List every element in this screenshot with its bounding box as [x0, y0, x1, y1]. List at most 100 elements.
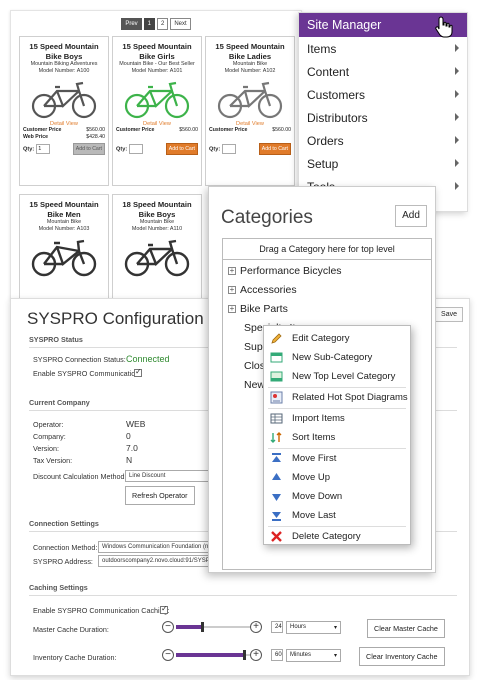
chevron-right-icon: [455, 159, 459, 167]
product-card[interactable]: 15 Speed Mountain Bike Girls Mountain Bi…: [112, 36, 202, 186]
menu-item-label: Content: [307, 65, 350, 79]
connection-method-select[interactable]: Windows Communication Foundation (ne: [98, 541, 212, 553]
add-category-button[interactable]: Add: [395, 205, 427, 227]
product-name[interactable]: 18 Speed Mountain Bike Boys: [113, 200, 201, 219]
menu-item-orders[interactable]: Orders: [299, 129, 467, 152]
tax-version-value: N: [126, 455, 133, 465]
menu-item-label: Orders: [307, 134, 344, 148]
tree-node-accessories[interactable]: + Accessories: [228, 284, 297, 296]
operator-value: WEB: [126, 419, 146, 429]
inventory-cache-value-input[interactable]: 60: [271, 649, 283, 661]
menu-item-setup[interactable]: Setup: [299, 152, 467, 175]
category-context-menu: Edit Category New Sub-Category New Top L…: [263, 325, 411, 545]
inventory-cache-unit-select[interactable]: Minutes ▾: [286, 649, 341, 662]
product-card[interactable]: 18 Speed Mountain Bike Boys Mountain Bik…: [112, 194, 202, 299]
product-card[interactable]: 15 Speed Mountain Bike Ladies Mountain B…: [205, 36, 295, 186]
menu-related-hot-spot-diagrams[interactable]: Related Hot Spot Diagrams: [269, 389, 408, 405]
menu-item-content[interactable]: Content: [299, 60, 467, 83]
menu-item-label: Items: [307, 42, 337, 56]
menu-move-first[interactable]: Move First: [269, 450, 336, 466]
product-brand: Mountain Biking Adventures: [30, 61, 98, 67]
customer-price: $560.00: [272, 127, 291, 133]
refresh-operator-button[interactable]: Refresh Operator: [125, 486, 195, 505]
menu-new-sub-category[interactable]: New Sub-Category: [269, 349, 372, 365]
menu-item-label: Setup: [307, 157, 339, 171]
qty-input[interactable]: [129, 144, 144, 154]
product-name[interactable]: 15 Speed Mountain Bike Girls: [113, 42, 201, 61]
qty-input[interactable]: [222, 144, 237, 154]
menu-import-items[interactable]: Import Items: [269, 410, 345, 426]
delete-x-icon: [269, 529, 283, 543]
pager-page-2[interactable]: 2: [157, 18, 169, 30]
add-to-cart-button[interactable]: Add to Cart: [72, 143, 105, 155]
operator-label: Operator:: [33, 420, 64, 429]
inventory-cache-slider[interactable]: − +: [162, 649, 264, 661]
bike-image[interactable]: [122, 237, 192, 277]
menu-item-items[interactable]: Items: [299, 37, 467, 60]
bike-image[interactable]: [215, 79, 285, 119]
screenshot-collage: Prev 1 2 Next 15 Speed Mountain Bike Boy…: [0, 0, 480, 680]
syspro-address-input[interactable]: outdoorscompany2.novo.cloud:91/SYSPR: [98, 555, 212, 567]
product-name[interactable]: 15 Speed Mountain Bike Men: [20, 200, 108, 219]
site-manager-header[interactable]: Site Manager: [299, 13, 467, 38]
menu-item-customers[interactable]: Customers: [299, 83, 467, 106]
expand-icon[interactable]: +: [228, 286, 236, 294]
tree-node-clos[interactable]: Clos: [244, 360, 265, 372]
bike-image[interactable]: [122, 79, 192, 119]
company-label: Company:: [33, 432, 66, 441]
customer-price-label: Customer Price: [23, 127, 62, 133]
slider-fill: [176, 625, 202, 629]
menu-item-distributors[interactable]: Distributors: [299, 106, 467, 129]
master-cache-unit-select[interactable]: Hours ▾: [286, 621, 341, 634]
tree-node-bike-parts[interactable]: + Bike Parts: [228, 303, 288, 315]
save-button[interactable]: Save: [435, 307, 463, 322]
new-top-level-icon: [269, 369, 283, 383]
slider-thumb[interactable]: [243, 650, 246, 660]
chevron-right-icon: [455, 44, 459, 52]
master-cache-value-input[interactable]: 24: [271, 621, 283, 633]
menu-sort-items[interactable]: Sort Items: [269, 429, 335, 445]
clear-inventory-cache-button[interactable]: Clear Inventory Cache: [359, 647, 445, 666]
version-label: Version:: [33, 444, 59, 453]
section-header: Caching Settings: [29, 583, 457, 596]
slider-thumb[interactable]: [201, 622, 204, 632]
expand-icon[interactable]: +: [228, 305, 236, 313]
product-name[interactable]: 15 Speed Mountain Bike Boys: [20, 42, 108, 61]
product-name[interactable]: 15 Speed Mountain Bike Ladies: [206, 42, 294, 61]
add-to-cart-button[interactable]: Add to Cart: [258, 143, 291, 155]
menu-move-last[interactable]: Move Last: [269, 507, 336, 523]
bike-image[interactable]: [29, 79, 99, 119]
menu-move-down[interactable]: Move Down: [269, 488, 342, 504]
pager-page-1[interactable]: 1: [143, 18, 155, 30]
minus-icon[interactable]: −: [162, 621, 174, 633]
plus-icon[interactable]: +: [250, 621, 262, 633]
chevron-right-icon: [455, 182, 459, 190]
menu-new-top-level-category[interactable]: New Top Level Category: [269, 368, 395, 384]
tree-node-performance-bicycles[interactable]: + Performance Bicycles: [228, 265, 342, 277]
pager-next-button[interactable]: Next: [170, 18, 191, 30]
web-price: $428.40: [86, 134, 105, 140]
top-level-drop-zone[interactable]: Drag a Category here for top level: [223, 239, 431, 260]
menu-move-up[interactable]: Move Up: [269, 469, 330, 485]
add-to-cart-button[interactable]: Add to Cart: [165, 143, 198, 155]
menu-edit-category[interactable]: Edit Category: [269, 330, 350, 346]
tree-node-new[interactable]: New: [244, 379, 265, 391]
menu-item-label: Distributors: [307, 111, 368, 125]
qty-input[interactable]: 1: [36, 144, 51, 154]
product-card[interactable]: 15 Speed Mountain Bike Men Mountain Bike…: [19, 194, 109, 299]
syspro-address-label: SYSPRO Address:: [33, 557, 93, 566]
inventory-cache-label: Inventory Cache Duration:: [33, 653, 117, 662]
enable-caching-checkbox[interactable]: [160, 604, 168, 614]
minus-icon[interactable]: −: [162, 649, 174, 661]
menu-delete-category[interactable]: Delete Category: [269, 528, 361, 544]
product-card[interactable]: 15 Speed Mountain Bike Boys Mountain Bik…: [19, 36, 109, 186]
enable-communication-checkbox[interactable]: [134, 367, 142, 377]
clear-master-cache-button[interactable]: Clear Master Cache: [367, 619, 445, 638]
expand-icon[interactable]: +: [228, 267, 236, 275]
bike-image[interactable]: [29, 237, 99, 277]
discount-method-select[interactable]: Line Discount: [125, 470, 219, 482]
product-model: Model Number: A101: [131, 68, 183, 74]
plus-icon[interactable]: +: [250, 649, 262, 661]
pager-prev-button[interactable]: Prev: [121, 18, 142, 30]
master-cache-slider[interactable]: − +: [162, 621, 264, 633]
